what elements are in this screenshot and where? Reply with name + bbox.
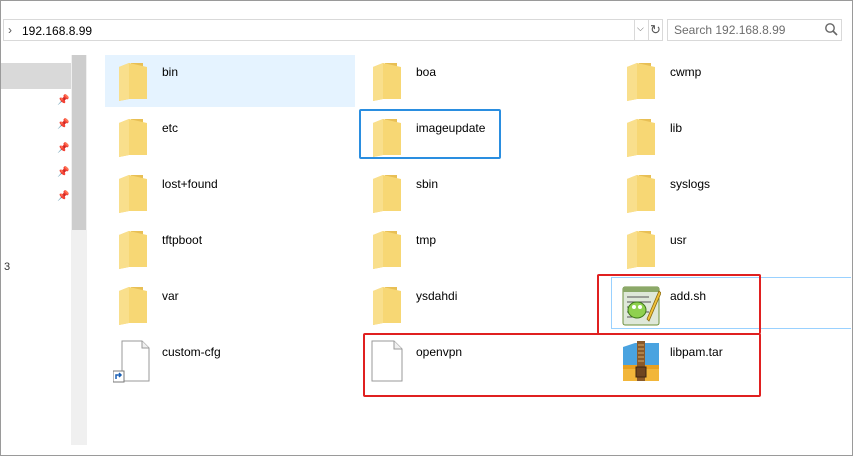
search-box[interactable]: [667, 19, 842, 41]
file-name: tftpboot: [162, 233, 203, 247]
file-item[interactable]: bin: [105, 55, 355, 107]
navigation-pane: 📌 📌 📌 📌 📌 3: [1, 55, 71, 445]
file-item[interactable]: custom-cfg: [105, 335, 355, 387]
file-item[interactable]: sbin: [359, 167, 609, 219]
address-dropdown-button[interactable]: ⌵: [635, 19, 649, 41]
address-bar[interactable]: › 192.168.8.99: [3, 19, 635, 41]
search-icon: [825, 23, 838, 36]
pin-icon[interactable]: 📌: [57, 95, 69, 106]
folder-icon: [621, 115, 661, 159]
file-name: var: [162, 289, 179, 303]
folder-icon: [621, 59, 661, 103]
folder-icon: [367, 171, 407, 215]
file-item[interactable]: var: [105, 279, 355, 331]
breadcrumb-chevron-icon[interactable]: ›: [8, 23, 12, 37]
highlight-box-red-lower: [363, 333, 761, 397]
file-name: ysdahdi: [416, 289, 458, 303]
file-name: cwmp: [670, 65, 702, 79]
file-name: lost+found: [162, 177, 218, 191]
file-name: tmp: [416, 233, 437, 247]
file-name: bin: [162, 65, 179, 79]
file-name: etc: [162, 121, 179, 135]
address-path[interactable]: 192.168.8.99: [22, 24, 92, 38]
file-name: sbin: [416, 177, 439, 191]
file-item[interactable]: tftpboot: [105, 223, 355, 275]
file-item[interactable]: syslogs: [613, 167, 853, 219]
nav-selected-item[interactable]: [1, 63, 71, 89]
file-name: syslogs: [670, 177, 711, 191]
pin-icon[interactable]: 📌: [57, 143, 69, 154]
nav-scrollbar[interactable]: [71, 55, 87, 445]
highlight-box-blue: [359, 109, 501, 159]
file-item[interactable]: etc: [105, 111, 355, 163]
file-item[interactable]: tmp: [359, 223, 609, 275]
pin-icon[interactable]: 📌: [57, 167, 69, 178]
folder-icon: [113, 115, 153, 159]
folder-icon: [367, 283, 407, 327]
refresh-icon: ↻: [650, 22, 661, 37]
file-item[interactable]: ysdahdi: [359, 279, 609, 331]
file-name: custom-cfg: [162, 345, 221, 359]
refresh-button[interactable]: ↻: [649, 19, 663, 41]
shortcut-icon: [112, 339, 153, 383]
chevron-down-icon: ⌵: [637, 23, 644, 33]
pin-icon[interactable]: 📌: [57, 191, 69, 202]
file-item[interactable]: cwmp: [613, 55, 853, 107]
pin-icon[interactable]: 📌: [57, 119, 69, 130]
folder-icon: [621, 227, 661, 271]
explorer-window: › 192.168.8.99 ⌵ ↻ 📌 📌 📌 📌 📌 3 libpam.ta…: [0, 0, 853, 456]
folder-icon: [113, 283, 153, 327]
folder-icon: [113, 59, 153, 103]
folder-icon: [367, 227, 407, 271]
address-row: › 192.168.8.99 ⌵ ↻: [1, 1, 852, 55]
file-name: lib: [670, 121, 683, 135]
file-item[interactable]: usr: [613, 223, 853, 275]
file-item[interactable]: boa: [359, 55, 609, 107]
file-name: boa: [416, 65, 437, 79]
file-name: usr: [670, 233, 687, 247]
file-list: libpam.tar openvpn custom-cfg add.sh ysdahdi…: [91, 55, 851, 445]
file-item[interactable]: lost+found: [105, 167, 355, 219]
folder-icon: [621, 171, 661, 215]
nav-item-fragment: 3: [4, 261, 11, 273]
scrollbar-thumb[interactable]: [72, 55, 86, 230]
folder-icon: [113, 171, 153, 215]
highlight-box-red-upper: [597, 274, 761, 334]
folder-icon: [113, 227, 153, 271]
file-item[interactable]: lib: [613, 111, 853, 163]
search-input[interactable]: [668, 20, 823, 40]
folder-icon: [367, 59, 407, 103]
